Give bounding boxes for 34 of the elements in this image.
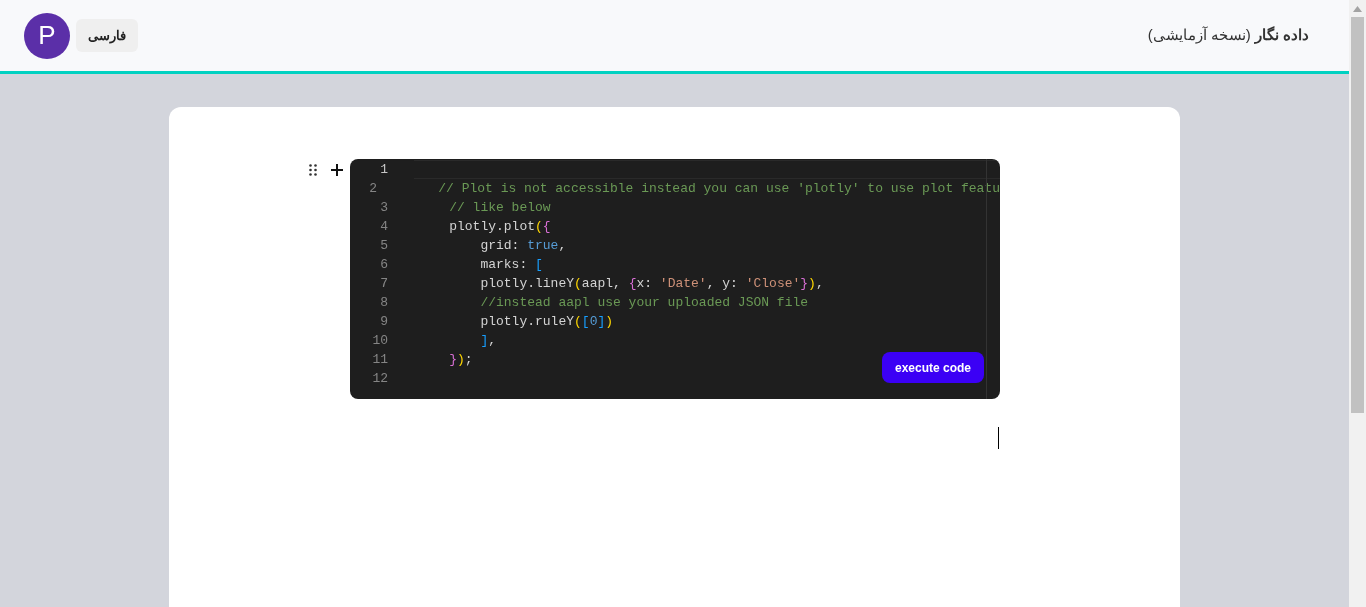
code-line: plotly.ruleY([0]) (480, 312, 614, 331)
app-name: داده نگار (1254, 25, 1309, 46)
code-line: grid: true, (480, 236, 567, 255)
user-avatar[interactable]: P (24, 12, 70, 59)
drag-handle-icon[interactable] (309, 164, 317, 176)
app-subtitle: (نسخه آزمایشی) (1147, 25, 1251, 46)
code-line: }); (449, 350, 473, 369)
line-number: 7 (379, 274, 388, 293)
line-number: 5 (379, 236, 388, 255)
scrollbar-thumb[interactable] (1351, 17, 1364, 413)
line-number: 3 (379, 198, 388, 217)
line-number: 12 (371, 369, 388, 388)
line-number: 4 (379, 217, 388, 236)
line-number: 8 (379, 293, 388, 312)
code-line: // Plot is not accessible instead you can use 'plotly' to use plot featu (438, 179, 1000, 198)
code-line: marks: [ (480, 255, 543, 274)
text-cursor (998, 427, 999, 449)
code-line: ], (480, 331, 496, 350)
code-editor[interactable] (350, 159, 1000, 399)
line-number: 11 (371, 350, 388, 369)
execute-code-button[interactable]: execute code (881, 352, 984, 383)
line-number: 6 (379, 255, 388, 274)
line-number: 2 (368, 179, 378, 198)
code-line: plotly.lineY(aapl, {x: 'Date', y: 'Close'}), (480, 274, 824, 293)
line-number: 10 (371, 331, 388, 350)
scrollbar[interactable] (1349, 0, 1366, 607)
code-line: // like below (449, 198, 551, 217)
language-button[interactable]: فارسی (76, 19, 138, 52)
code-line: //instead aapl use your uploaded JSON file (480, 293, 809, 312)
plus-icon[interactable] (331, 164, 343, 176)
code-line: plotly.plot({ (449, 217, 551, 236)
line-number: 9 (379, 312, 388, 331)
scroll-up-icon[interactable] (1353, 6, 1362, 12)
line-number: 1 (379, 160, 388, 179)
